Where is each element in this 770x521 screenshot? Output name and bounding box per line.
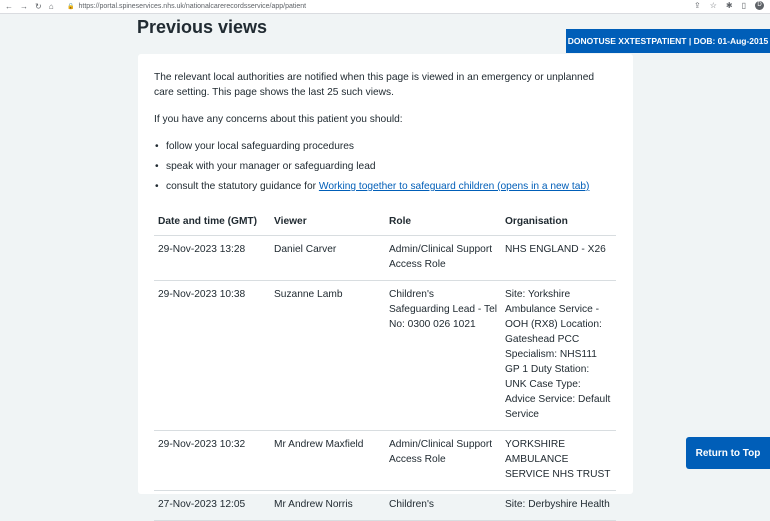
- back-icon[interactable]: ←: [5, 2, 13, 12]
- url-text: https://portal.spineservices.nhs.uk/nati…: [78, 3, 307, 10]
- cell-viewer: Mr Andrew Norris: [270, 490, 385, 521]
- avatar[interactable]: D: [755, 1, 764, 10]
- list-item: speak with your manager or safeguarding …: [155, 159, 616, 174]
- browser-nav: ← → ↻ ⌂: [0, 2, 67, 12]
- return-to-top-button[interactable]: Return to Top: [686, 437, 770, 469]
- cell-date: 29-Nov-2023 10:32: [154, 430, 270, 491]
- header-organisation: Organisation: [501, 208, 616, 236]
- header-role: Role: [385, 208, 501, 236]
- table-row: 27-Nov-2023 12:05 Mr Andrew Norris Child…: [154, 490, 616, 521]
- home-icon[interactable]: ⌂: [49, 2, 54, 12]
- cell-viewer: Daniel Carver: [270, 235, 385, 281]
- cell-organisation: NHS ENGLAND - X26: [501, 235, 616, 281]
- list-item: follow your local safeguarding procedure…: [155, 139, 616, 154]
- card-content: The relevant local authorities are notif…: [154, 70, 616, 521]
- address-bar[interactable]: 🔒 https://portal.spineservices.nhs.uk/na…: [67, 3, 306, 10]
- cell-role: Admin/Clinical Support Access Role: [385, 235, 501, 281]
- guidance-link[interactable]: Working together to safeguard children (…: [319, 181, 590, 192]
- browser-toolbar: ← → ↻ ⌂ 🔒 https://portal.spineservices.n…: [0, 0, 770, 14]
- lock-icon: 🔒: [67, 4, 75, 10]
- reload-icon[interactable]: ↻: [35, 2, 42, 12]
- previous-views-card: The relevant local authorities are notif…: [138, 54, 633, 521]
- cell-organisation: Site: Derbyshire Health: [501, 490, 616, 521]
- header-date: Date and time (GMT): [154, 208, 270, 236]
- cell-viewer: Suzanne Lamb: [270, 280, 385, 431]
- star-icon[interactable]: ☆: [710, 1, 717, 10]
- cell-date: 29-Nov-2023 10:38: [154, 280, 270, 431]
- cell-viewer: Mr Andrew Maxfield: [270, 430, 385, 491]
- sidebar-icon[interactable]: ▯: [742, 1, 746, 10]
- views-table: Date and time (GMT) Viewer Role Organisa…: [154, 208, 616, 521]
- browser-actions: ⇪ ☆ ✱ ▯ D: [694, 1, 764, 10]
- page-title: Previous views: [137, 17, 268, 37]
- concerns-intro: If you have any concerns about this pati…: [154, 114, 403, 125]
- concerns-list: follow your local safeguarding procedure…: [154, 139, 616, 194]
- extensions-icon[interactable]: ✱: [726, 1, 733, 10]
- share-icon[interactable]: ⇪: [694, 1, 701, 10]
- cell-organisation: YORKSHIRE AMBULANCE SERVICE NHS TRUST: [501, 430, 616, 491]
- cell-date: 27-Nov-2023 12:05: [154, 490, 270, 521]
- table-header-row: Date and time (GMT) Viewer Role Organisa…: [154, 208, 616, 236]
- list-item: consult the statutory guidance for Worki…: [155, 179, 616, 194]
- cell-date: 29-Nov-2023 13:28: [154, 235, 270, 281]
- table-row: 29-Nov-2023 10:32 Mr Andrew Maxfield Adm…: [154, 430, 616, 491]
- cell-role: Children's Safeguarding Lead - Tel No: 0…: [385, 280, 501, 431]
- table-row: 29-Nov-2023 13:28 Daniel Carver Admin/Cl…: [154, 235, 616, 281]
- intro-text: The relevant local authorities are notif…: [154, 72, 595, 98]
- header-viewer: Viewer: [270, 208, 385, 236]
- guidance-prefix: consult the statutory guidance for: [166, 181, 319, 192]
- cell-organisation: Site: Yorkshire Ambulance Service - OOH …: [501, 280, 616, 431]
- cell-role: Children's: [385, 490, 501, 521]
- patient-banner: DONOTUSE XXTESTPATIENT | DOB: 01-Aug-201…: [566, 29, 770, 53]
- table-row: 29-Nov-2023 10:38 Suzanne Lamb Children'…: [154, 280, 616, 431]
- cell-role: Admin/Clinical Support Access Role: [385, 430, 501, 491]
- forward-icon[interactable]: →: [20, 2, 28, 12]
